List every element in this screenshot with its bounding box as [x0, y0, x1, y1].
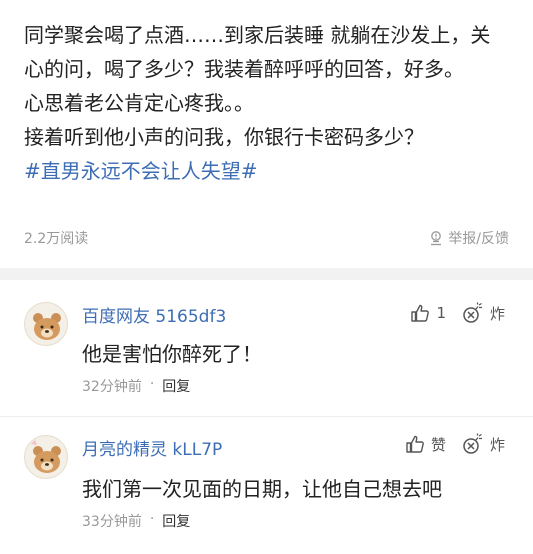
comment-meta: 32分钟前 · 回复	[82, 376, 190, 396]
report-label: 举报/反馈	[448, 231, 509, 247]
comment-username[interactable]: 百度网友 5165df3	[82, 302, 226, 327]
comment-meta: 33分钟前 · 回复	[82, 511, 190, 531]
like-button[interactable]: 1	[410, 303, 446, 323]
comment-time: 33分钟前	[82, 514, 142, 530]
comment-username[interactable]: 月亮的精灵 kLL7P	[82, 435, 222, 460]
report-button[interactable]: 举报/反馈	[428, 228, 509, 248]
reply-button[interactable]: 回复	[162, 376, 190, 396]
post-paragraph: 同学聚会喝了点酒……到家后装睡 就躺在沙发上，关心的问，喝了多少？我装着醉呼呼的…	[24, 23, 491, 81]
reply-button[interactable]: 回复	[162, 511, 190, 531]
comment-list: 百度网友 5165df3 1 炸 他是害怕你醉死了！ 32分钟前 · 回复 月亮…	[0, 280, 533, 554]
bomb-icon	[463, 302, 482, 323]
bear-avatar-icon	[33, 313, 61, 340]
comment-time: 32分钟前	[82, 379, 142, 395]
meta-dot: ·	[149, 376, 155, 392]
bear-avatar-icon	[31, 440, 61, 473]
post-paragraph: 接着听到他小声的问我，你银行卡密码多少？	[24, 125, 424, 149]
hashtag-link[interactable]: #直男永远不会让人失望#	[24, 154, 509, 188]
bomb-label: 炸	[489, 435, 505, 454]
post-meta: 2.2万阅读 举报/反馈	[24, 228, 509, 248]
meta-dot: ·	[149, 511, 155, 527]
thumbs-up-icon	[406, 435, 424, 453]
view-count: 2.2万阅读	[24, 231, 89, 247]
bomb-button[interactable]: 炸	[462, 433, 505, 455]
like-button[interactable]: 赞	[405, 434, 446, 455]
post-card: 同学聚会喝了点酒……到家后装睡 就躺在沙发上，关心的问，喝了多少？我装着醉呼呼的…	[0, 0, 533, 268]
like-count: 1	[436, 304, 446, 322]
comment-text: 他是害怕你醉死了！	[82, 342, 262, 366]
comment-text: 我们第一次见面的日期，让他自己想去吧	[82, 477, 442, 501]
comment-item: 百度网友 5165df3 1 炸 他是害怕你醉死了！ 32分钟前 · 回复	[0, 280, 533, 416]
comment-actions: 赞 炸	[405, 433, 505, 455]
post-body: 同学聚会喝了点酒……到家后装睡 就躺在沙发上，关心的问，喝了多少？我装着醉呼呼的…	[24, 18, 509, 188]
bomb-icon	[463, 433, 482, 454]
post-paragraph: 心思着老公肯定心疼我。。	[24, 91, 254, 115]
bomb-label: 炸	[489, 304, 505, 323]
bomb-button[interactable]: 炸	[462, 302, 505, 324]
report-icon	[431, 231, 442, 246]
comment-item: 月亮的精灵 kLL7P 赞 炸 我们第一次见面的日期，让他自己想去吧 33分钟前	[0, 416, 533, 552]
avatar[interactable]	[24, 435, 68, 479]
avatar[interactable]	[24, 302, 68, 346]
like-label: 赞	[430, 435, 446, 454]
comment-actions: 1 炸	[410, 302, 505, 324]
thumbs-up-icon	[411, 304, 430, 322]
